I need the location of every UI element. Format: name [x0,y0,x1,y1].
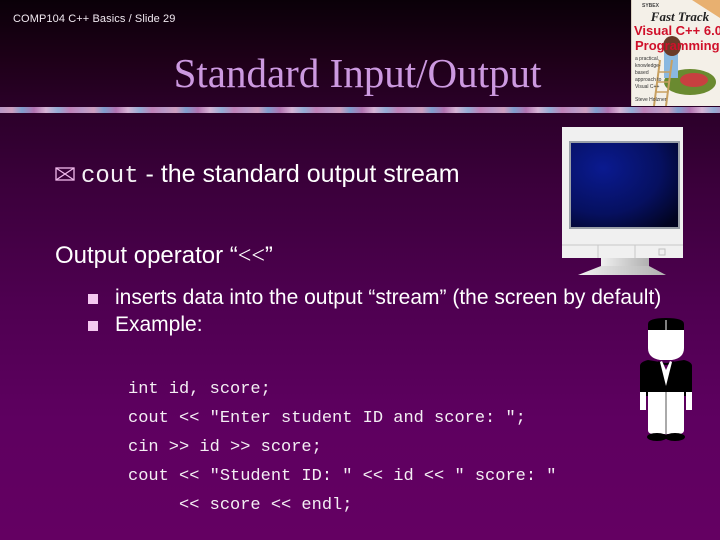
subpoint-list: inserts data into the output “stream” (t… [88,284,668,338]
subpoint-example: Example: [88,311,668,338]
cout-keyword: cout [81,163,139,190]
close-quote: ” [264,242,273,269]
code-line: cin >> id >> score; [128,438,322,457]
point-output-operator: Output operator “<<” [55,242,273,270]
operator-symbol: << [237,243,265,269]
slide-title: Standard Input/Output [173,50,542,96]
computer-monitor-icon [562,127,683,275]
subpoint-text: inserts data into the output “stream” (t… [115,286,662,309]
cout-description: - the standard output stream [138,160,460,188]
book-title-line2: Visual C++ 6.0 [634,23,720,38]
code-line: cout << "Student ID: " << id << " score:… [128,467,557,486]
subpoint-text: Example: [115,313,203,336]
code-example: int id, score; cout << "Enter student ID … [128,375,556,520]
book-author: Steve Holzner [635,97,667,103]
code-line: cout << "Enter student ID and score: "; [128,409,526,428]
waiter-figure-icon [640,318,692,441]
subpoint-inserts: inserts data into the output “stream” (t… [88,284,668,311]
open-quote: “ [229,242,238,269]
slide-label: COMP104 C++ Basics / Slide 29 [13,13,176,25]
envelope-x-bullet-icon [55,167,75,181]
square-bullet-icon [88,294,98,304]
square-bullet-icon [88,321,98,331]
code-line: << score << endl; [128,496,353,515]
code-line: int id, score; [128,380,271,399]
output-operator-label: Output operator [55,242,230,269]
book-cover-image: SYBEX Fast Track Visual C++ 6.0 Programm… [631,0,720,106]
point-cout: cout - the standard output stream [55,160,460,190]
book-blurb: a practical, knowledge-based approach to… [635,56,662,90]
book-title-line3: Programming [635,38,720,53]
title-divider [0,107,720,113]
